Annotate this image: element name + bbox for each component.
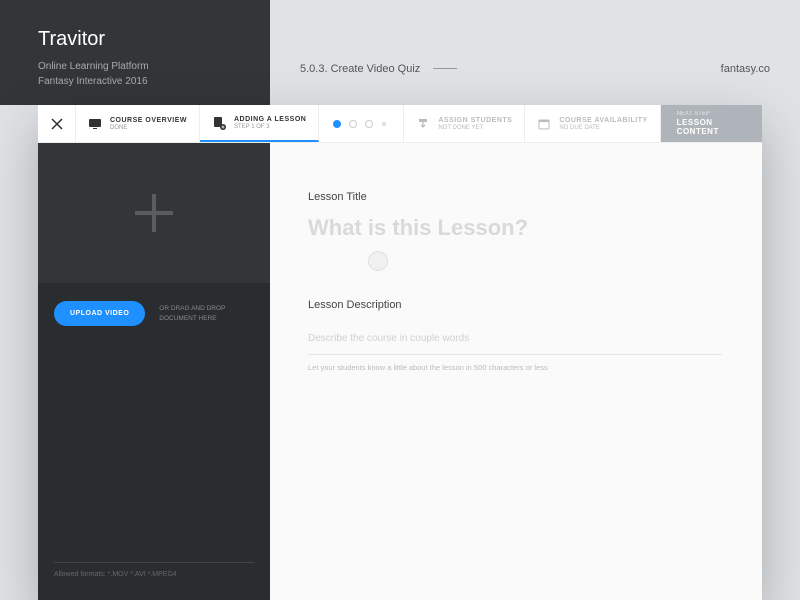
step-overview[interactable]: COURSE OVERVIEW DONE	[76, 105, 200, 142]
step-course-availability[interactable]: COURSE AVAILABILITY NO DUE DATE	[525, 105, 660, 142]
progress-close-icon[interactable]: ×	[381, 120, 389, 128]
upload-panel: UPLOAD VIDEO OR DRAG AND DROP DOCUMENT H…	[38, 143, 270, 600]
lesson-description-block: Lesson Description Let your students kno…	[308, 299, 722, 372]
editor-card: COURSE OVERVIEW DONE ADDING A LESSON STE…	[38, 105, 762, 600]
calendar-icon	[537, 117, 551, 131]
main-area: UPLOAD VIDEO OR DRAG AND DROP DOCUMENT H…	[38, 143, 762, 600]
lesson-description-input[interactable]	[308, 323, 722, 355]
upload-video-button[interactable]: UPLOAD VIDEO	[54, 301, 145, 326]
step-progress-dots: ×	[319, 105, 404, 142]
next-step-title: LESSON CONTENT	[677, 118, 750, 136]
external-brand: fantasy.co	[721, 63, 770, 75]
monitor-icon	[88, 117, 102, 131]
drag-hint: OR DRAG AND DROP DOCUMENT HERE	[159, 304, 225, 322]
upload-controls: UPLOAD VIDEO OR DRAG AND DROP DOCUMENT H…	[38, 283, 270, 344]
step-title: COURSE AVAILABILITY	[559, 117, 647, 124]
upload-dropzone[interactable]	[38, 143, 270, 283]
breadcrumb-text: 5.0.3. Create Video Quiz	[300, 63, 420, 75]
lesson-description-hint: Let your students know a little about th…	[308, 363, 722, 372]
progress-dot-1[interactable]	[333, 120, 341, 128]
breadcrumb: 5.0.3. Create Video Quiz	[300, 63, 457, 75]
next-step-button[interactable]: NEXT STEP LESSON CONTENT	[661, 105, 762, 142]
note-add-icon	[212, 116, 226, 130]
step-title: ASSIGN STUDENTS	[438, 117, 512, 124]
step-sub: DONE	[110, 125, 187, 131]
close-button[interactable]	[38, 105, 76, 142]
step-bar: COURSE OVERVIEW DONE ADDING A LESSON STE…	[38, 105, 762, 143]
next-step-sup: NEXT STEP	[677, 111, 750, 117]
close-icon	[51, 118, 63, 130]
lesson-description-label: Lesson Description	[308, 299, 722, 311]
step-sub: NO DUE DATE	[559, 125, 647, 131]
step-sub: NOT DONE YET	[438, 125, 512, 131]
step-assign-students[interactable]: ASSIGN STUDENTS NOT DONE YET	[404, 105, 525, 142]
assign-icon	[416, 117, 430, 131]
progress-dot-2[interactable]	[349, 120, 357, 128]
allowed-formats: Allowed formats: *.MOV *.AVI *.MPEG4	[54, 562, 254, 578]
lesson-form: Lesson Title Lesson Description Let your…	[270, 143, 762, 600]
progress-dot-3[interactable]	[365, 120, 373, 128]
header-meta: 5.0.3. Create Video Quiz fantasy.co	[270, 0, 800, 105]
lesson-title-input[interactable]	[308, 215, 722, 241]
step-title: ADDING A LESSON	[234, 116, 306, 123]
lesson-title-label: Lesson Title	[308, 191, 722, 203]
header-brand-block: Travitor Online Learning Platform Fantas…	[0, 0, 270, 105]
brand-subtitle-1: Online Learning Platform	[38, 59, 270, 74]
page-header: Travitor Online Learning Platform Fantas…	[0, 0, 800, 105]
step-sub: STEP 1 OF 3	[234, 124, 306, 130]
brand-subtitle-2: Fantasy Interactive 2016	[38, 74, 270, 89]
drag-hint-line1: OR DRAG AND DROP	[159, 304, 225, 313]
cursor-indicator-icon	[368, 251, 388, 271]
drag-hint-line2: DOCUMENT HERE	[159, 314, 225, 323]
breadcrumb-line-icon	[433, 68, 457, 69]
brand-title: Travitor	[38, 28, 270, 51]
plus-icon	[135, 194, 173, 232]
step-adding-lesson[interactable]: ADDING A LESSON STEP 1 OF 3	[200, 105, 319, 142]
upload-lower: Allowed formats: *.MOV *.AVI *.MPEG4	[38, 344, 270, 600]
step-title: COURSE OVERVIEW	[110, 117, 187, 124]
